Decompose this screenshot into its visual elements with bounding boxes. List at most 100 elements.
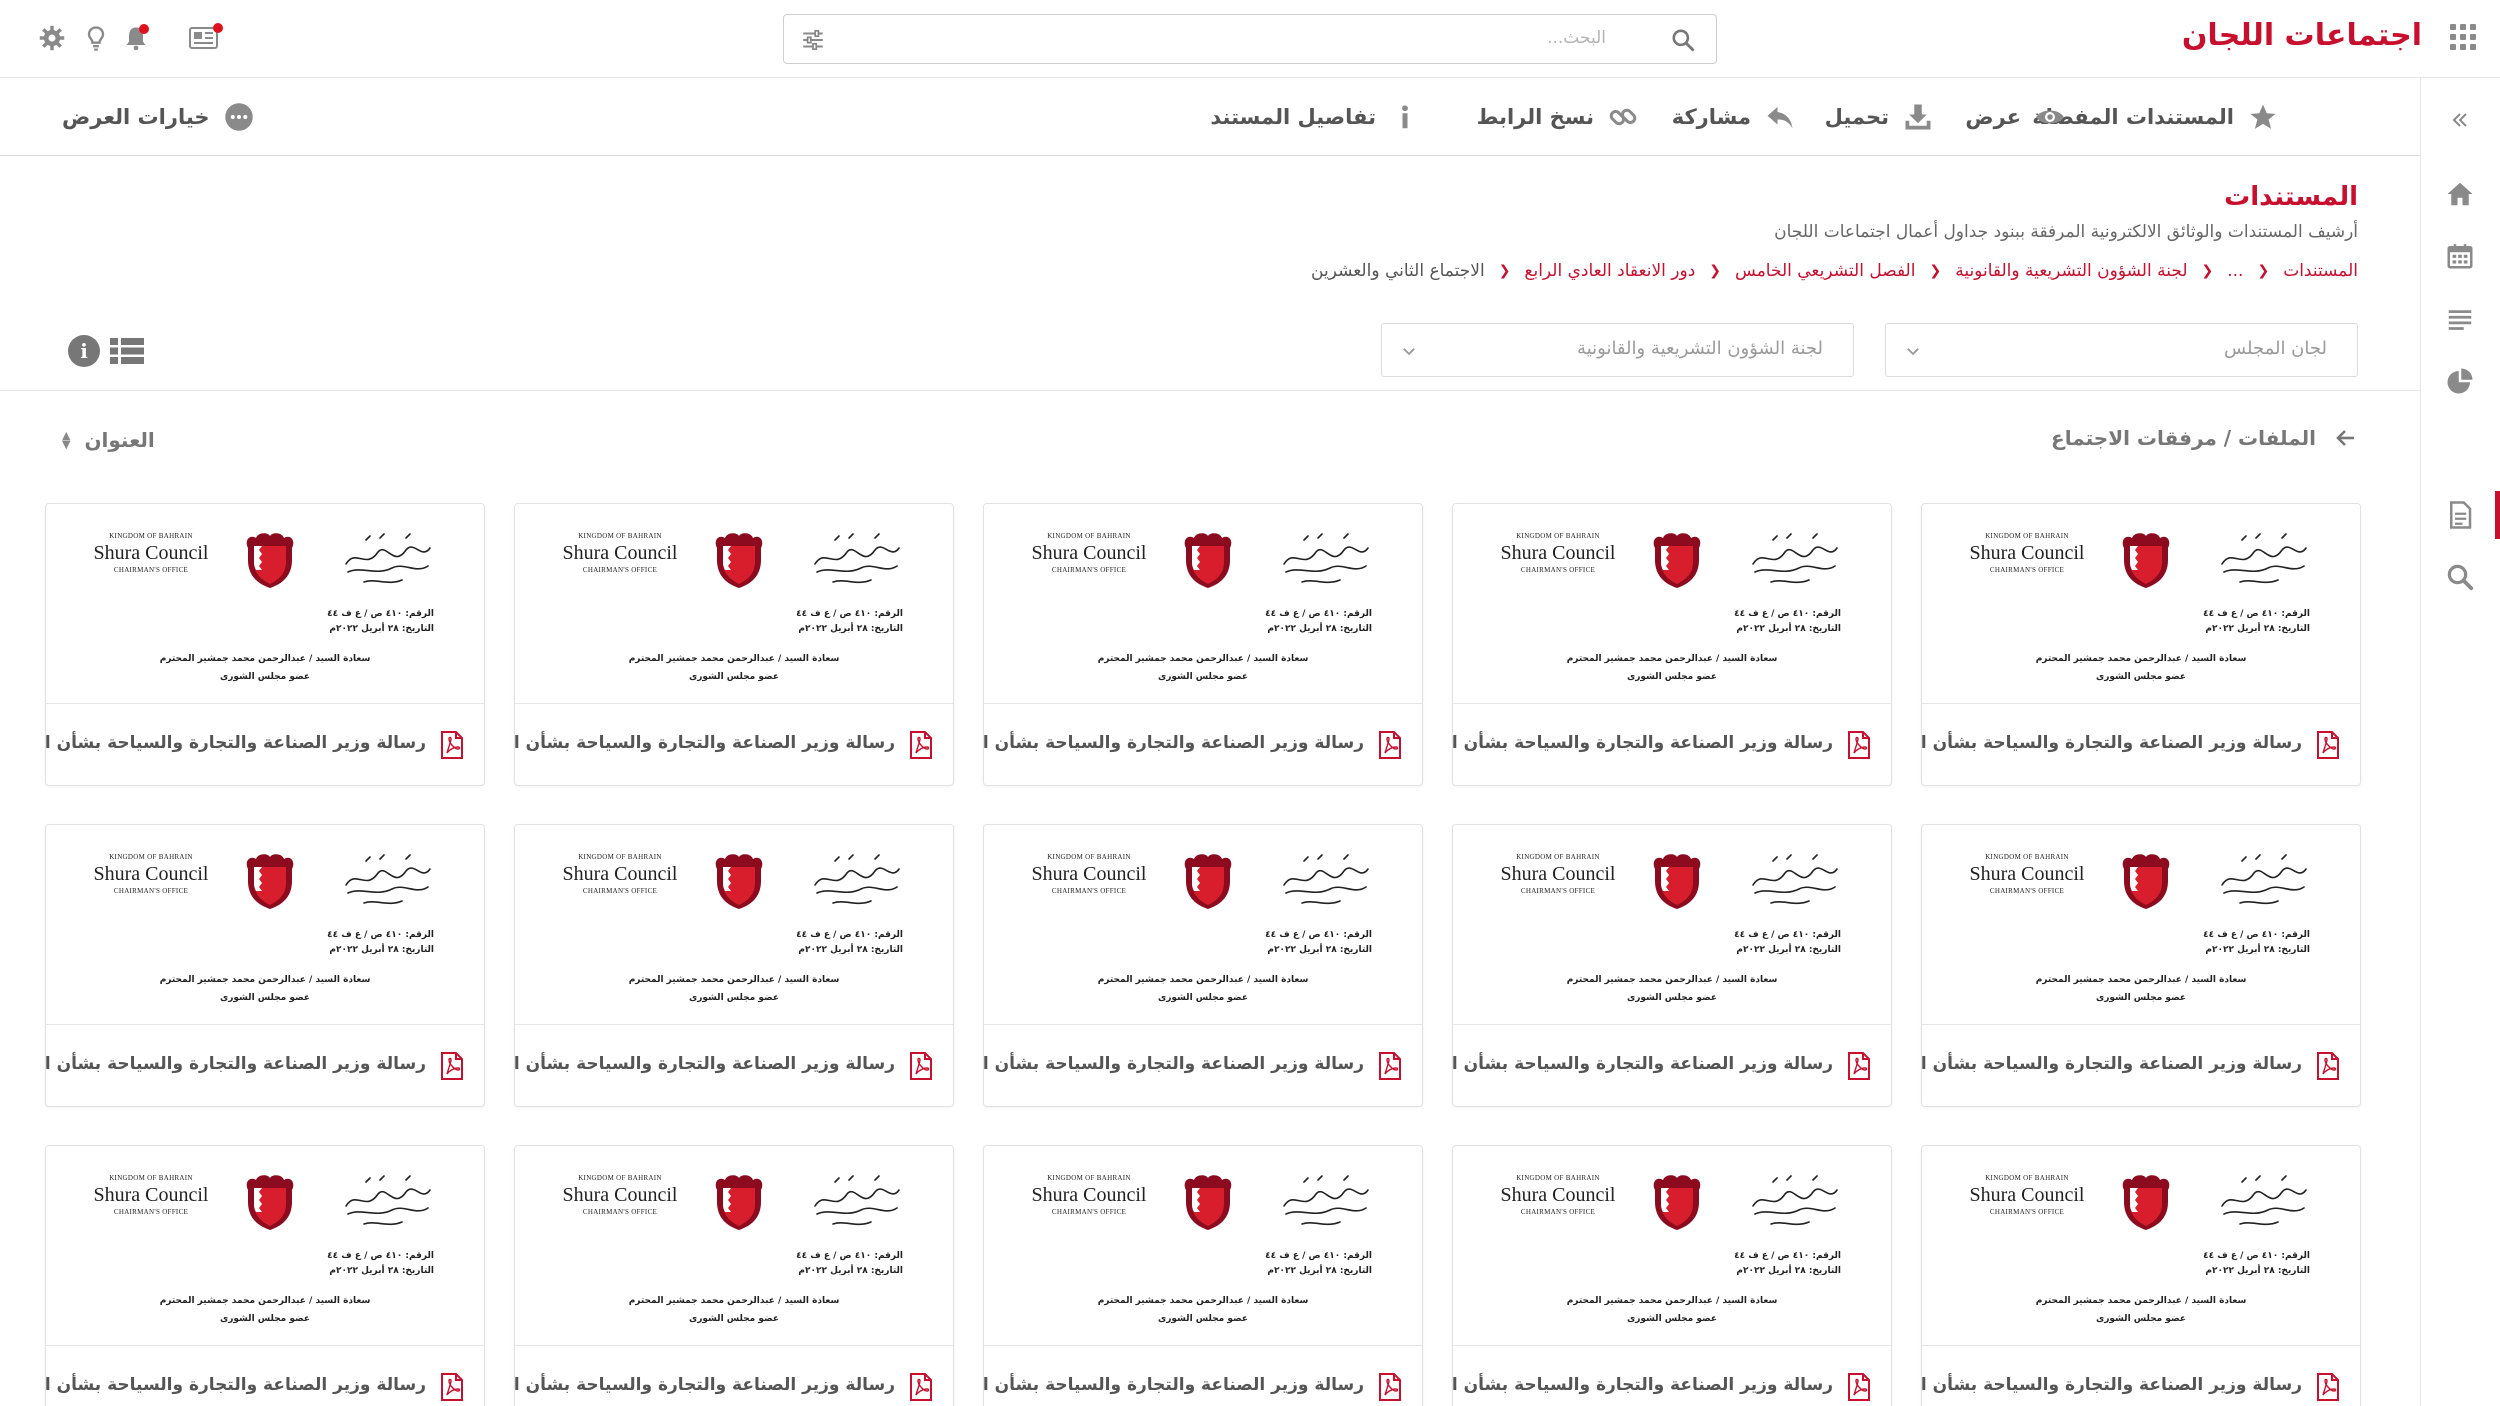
view-options-button[interactable]: خيارات العرض xyxy=(62,100,254,134)
bahrain-emblem-icon xyxy=(1653,533,1701,588)
collapse-chevron-icon[interactable] xyxy=(2447,108,2471,132)
ref-number: الرقم: ٤١٠ ص / ع ف ٤٤ xyxy=(796,609,903,619)
calendar-icon[interactable] xyxy=(2445,241,2475,271)
document-thumbnail: KINGDOM OF BAHRAIN Shura Council CHAIRMA… xyxy=(984,504,1422,704)
list-icon[interactable] xyxy=(2445,304,2475,334)
search-icon[interactable] xyxy=(2445,562,2475,592)
shura-english-logo: KINGDOM OF BAHRAIN Shura Council CHAIRMA… xyxy=(1493,853,1623,895)
select-value: لجنة الشؤون التشريعية والقانونية xyxy=(1577,338,1823,359)
addressee-role: عضو مجلس الشورى xyxy=(688,993,780,1003)
search-input[interactable]: البحث... xyxy=(783,14,1717,64)
addressee: سعادة السيد / عبدالرحمن محمد جمشير المحت… xyxy=(1097,654,1309,664)
breadcrumb-chevron-icon: ❮ xyxy=(2201,263,2214,279)
list-view-toggle-icon[interactable] xyxy=(110,336,144,366)
kingdom-text: KINGDOM OF BAHRAIN xyxy=(578,853,662,861)
document-thumbnail: KINGDOM OF BAHRAIN Shura Council CHAIRMA… xyxy=(1922,1146,2360,1346)
view-label: عرض xyxy=(1965,105,2021,129)
document-card[interactable]: KINGDOM OF BAHRAIN Shura Council CHAIRMA… xyxy=(514,503,954,786)
document-card[interactable]: KINGDOM OF BAHRAIN Shura Council CHAIRMA… xyxy=(1452,1145,1892,1406)
council-text: Shura Council xyxy=(1031,1184,1147,1206)
favorites-button[interactable]: المستندات المفضلة xyxy=(2032,100,2278,134)
document-thumbnail: KINGDOM OF BAHRAIN Shura Council CHAIRMA… xyxy=(46,825,484,1025)
addressee-role: عضو مجلس الشورى xyxy=(1157,993,1249,1003)
document-card[interactable]: KINGDOM OF BAHRAIN Shura Council CHAIRMA… xyxy=(983,1145,1423,1406)
letter-date: التاريخ: ٢٨ أبريل ٢٠٢٢م xyxy=(1736,1266,1841,1276)
addressee: سعادة السيد / عبدالرحمن محمد جمشير المحت… xyxy=(2035,1296,2247,1306)
news-notification-dot xyxy=(213,23,223,33)
document-thumbnail: KINGDOM OF BAHRAIN Shura Council CHAIRMA… xyxy=(1922,825,2360,1025)
committee-select[interactable]: لجنة الشؤون التشريعية والقانونية xyxy=(1381,323,1854,377)
sort-by-title[interactable]: العنوان ▲ ▼ xyxy=(62,428,155,452)
breadcrumb-item[interactable]: المستندات xyxy=(2283,261,2358,281)
filter-sliders-icon[interactable] xyxy=(800,27,826,53)
card-footer: رسالة وزير الصناعة والتجارة والسياحة بشأ… xyxy=(46,1346,484,1406)
gear-icon[interactable] xyxy=(38,24,66,52)
document-card[interactable]: KINGDOM OF BAHRAIN Shura Council CHAIRMA… xyxy=(1452,503,1892,786)
view-button[interactable]: عرض xyxy=(1965,100,2065,134)
download-button[interactable]: تحميل xyxy=(1825,100,1933,134)
star-icon xyxy=(2250,104,2276,129)
copy-link-button[interactable]: نسخ الرابط xyxy=(1477,100,1638,134)
bahrain-emblem-icon xyxy=(1184,854,1232,909)
pie-chart-icon[interactable] xyxy=(2445,366,2475,396)
breadcrumb-item[interactable]: الفصل التشريعي الخامس xyxy=(1735,261,1915,281)
lightbulb-icon[interactable] xyxy=(82,24,110,52)
top-header: اجتماعات اللجان البحث... xyxy=(0,0,2500,78)
home-icon[interactable] xyxy=(2445,179,2475,209)
council-committees-select[interactable]: لجان المجلس xyxy=(1885,323,2358,377)
office-text: CHAIRMAN'S OFFICE xyxy=(113,566,189,574)
document-card[interactable]: KINGDOM OF BAHRAIN Shura Council CHAIRMA… xyxy=(983,824,1423,1107)
apps-grid-icon[interactable] xyxy=(2450,24,2476,50)
document-card[interactable]: KINGDOM OF BAHRAIN Shura Council CHAIRMA… xyxy=(1921,1145,2361,1406)
shura-english-logo: KINGDOM OF BAHRAIN Shura Council CHAIRMA… xyxy=(1024,1174,1154,1216)
pdf-file-icon xyxy=(441,731,463,759)
document-card[interactable]: KINGDOM OF BAHRAIN Shura Council CHAIRMA… xyxy=(45,1145,485,1406)
eye-icon xyxy=(2036,110,2064,124)
pdf-file-icon xyxy=(1379,731,1401,759)
chevron-down-icon xyxy=(1907,348,1919,356)
arrow-back-icon[interactable] xyxy=(2334,426,2358,450)
document-card[interactable]: KINGDOM OF BAHRAIN Shura Council CHAIRMA… xyxy=(1921,503,2361,786)
bahrain-emblem-icon xyxy=(715,854,763,909)
document-thumbnail: KINGDOM OF BAHRAIN Shura Council CHAIRMA… xyxy=(1453,825,1891,1025)
bahrain-emblem-icon xyxy=(2122,1175,2170,1230)
addressee: سعادة السيد / عبدالرحمن محمد جمشير المحت… xyxy=(628,975,840,985)
shura-english-logo: KINGDOM OF BAHRAIN Shura Council CHAIRMA… xyxy=(1493,532,1623,574)
office-text: CHAIRMAN'S OFFICE xyxy=(582,566,658,574)
document-card[interactable]: KINGDOM OF BAHRAIN Shura Council CHAIRMA… xyxy=(45,824,485,1107)
document-card[interactable]: KINGDOM OF BAHRAIN Shura Council CHAIRMA… xyxy=(983,503,1423,786)
breadcrumb-item[interactable]: ... xyxy=(2227,261,2243,281)
card-footer: رسالة وزير الصناعة والتجارة والسياحة بشأ… xyxy=(1922,1025,2360,1106)
document-toolbar: المستندات المفضلة عرض تحميل مشاركة نسخ ا… xyxy=(0,78,2420,156)
share-button[interactable]: مشاركة xyxy=(1672,100,1795,134)
info-icon[interactable]: i xyxy=(68,335,100,367)
document-card[interactable]: KINGDOM OF BAHRAIN Shura Council CHAIRMA… xyxy=(514,1145,954,1406)
letter-date: التاريخ: ٢٨ أبريل ٢٠٢٢م xyxy=(1736,624,1841,634)
document-details-button[interactable]: تفاصيل المستند xyxy=(1210,100,1420,134)
app-title[interactable]: اجتماعات اللجان xyxy=(2182,18,2422,53)
breadcrumb-item[interactable]: دور الانعقاد العادي الرابع xyxy=(1524,261,1695,281)
document-card[interactable]: KINGDOM OF BAHRAIN Shura Council CHAIRMA… xyxy=(514,824,954,1107)
shura-arabic-logo xyxy=(1752,1175,1838,1226)
kingdom-text: KINGDOM OF BAHRAIN xyxy=(578,532,662,540)
shura-arabic-logo xyxy=(345,854,431,905)
document-card[interactable]: KINGDOM OF BAHRAIN Shura Council CHAIRMA… xyxy=(45,503,485,786)
document-name: رسالة وزير الصناعة والتجارة والسياحة بشأ… xyxy=(45,1054,426,1074)
document-icon[interactable] xyxy=(2445,500,2475,530)
ref-number: الرقم: ٤١٠ ص / ع ف ٤٤ xyxy=(1265,930,1372,940)
breadcrumb-item[interactable]: لجنة الشؤون التشريعية والقانونية xyxy=(1955,261,2187,281)
document-card[interactable]: KINGDOM OF BAHRAIN Shura Council CHAIRMA… xyxy=(1921,824,2361,1107)
document-card[interactable]: KINGDOM OF BAHRAIN Shura Council CHAIRMA… xyxy=(1452,824,1892,1107)
document-name: رسالة وزير الصناعة والتجارة والسياحة بشأ… xyxy=(983,1054,1364,1074)
document-name: رسالة وزير الصناعة والتجارة والسياحة بشأ… xyxy=(45,733,426,753)
card-footer: رسالة وزير الصناعة والتجارة والسياحة بشأ… xyxy=(1922,704,2360,785)
addressee: سعادة السيد / عبدالرحمن محمد جمشير المحت… xyxy=(2035,654,2247,664)
letter-date: التاريخ: ٢٨ أبريل ٢٠٢٢م xyxy=(1267,945,1372,955)
kingdom-text: KINGDOM OF BAHRAIN xyxy=(1516,532,1600,540)
shura-arabic-logo xyxy=(2221,533,2307,584)
council-text: Shura Council xyxy=(1969,1184,2085,1206)
search-icon[interactable] xyxy=(1670,27,1696,53)
sort-label: العنوان xyxy=(84,428,155,452)
kingdom-text: KINGDOM OF BAHRAIN xyxy=(109,1174,193,1182)
kingdom-text: KINGDOM OF BAHRAIN xyxy=(1985,532,2069,540)
